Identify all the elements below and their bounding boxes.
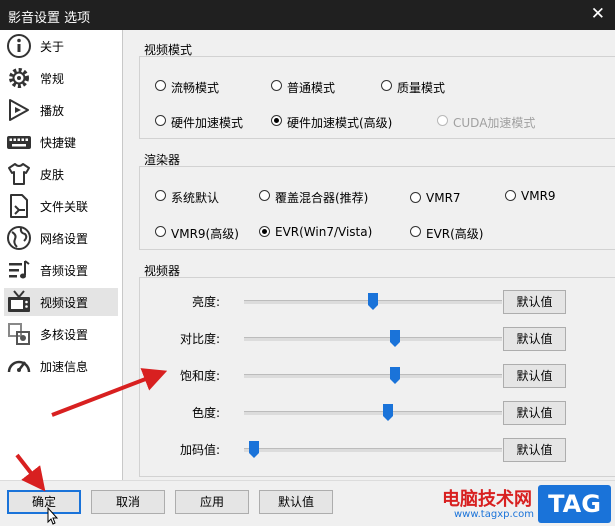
saturation-default-button[interactable]: 默认值 <box>503 364 566 388</box>
title-bar: 影音设置 选项 ✕ <box>0 0 615 30</box>
sidebar-item-multicore[interactable]: 多核设置 <box>4 320 118 348</box>
renderer-title: 渲染器 <box>144 153 181 167</box>
close-icon[interactable]: ✕ <box>591 4 605 24</box>
gain-label: 加码值: <box>179 443 220 457</box>
sidebar-item-label: 网络设置 <box>40 232 89 246</box>
brightness-slider[interactable] <box>244 293 502 310</box>
watermark-text: 电脑技术网 <box>442 489 532 510</box>
sidebar-item-acceleration[interactable]: 加速信息 <box>4 352 118 380</box>
file-link-icon <box>10 194 28 218</box>
sidebar-item-label: 多核设置 <box>40 328 89 342</box>
sidebar: 关于 常规 播放 快捷键 皮肤 文件关联 网络设置 音频设置 视频设置 多核设置… <box>0 30 123 480</box>
apply-button[interactable]: 应用 <box>175 490 249 514</box>
brightness-label: 亮度: <box>191 295 220 309</box>
renderer-group: 渲染器 系统默认 覆盖混合器(推荐) VMR7 VMR9 VMR9(高级) EV… <box>139 153 615 250</box>
sidebar-item-network[interactable]: 网络设置 <box>4 224 118 252</box>
contrast-label: 对比度: <box>179 332 220 346</box>
sidebar-item-audio[interactable]: 音频设置 <box>4 256 118 284</box>
keyboard-icon <box>7 136 31 149</box>
sidebar-item-general[interactable]: 常规 <box>4 64 118 92</box>
video-mode-group: 视频模式 流畅模式 普通模式 质量模式 硬件加速模式 硬件加速模式(高级) CU… <box>139 43 615 139</box>
gain-slider[interactable] <box>244 441 502 458</box>
default-button[interactable]: 默认值 <box>259 490 333 514</box>
slider-thumb[interactable] <box>368 293 378 310</box>
sidebar-item-skin[interactable]: 皮肤 <box>4 160 118 188</box>
brightness-default-button[interactable]: 默认值 <box>503 290 566 314</box>
speedometer-icon <box>7 360 31 373</box>
sidebar-item-label: 皮肤 <box>40 168 65 182</box>
slider-thumb[interactable] <box>390 367 400 384</box>
sidebar-item-label: 快捷键 <box>40 136 77 150</box>
slider-thumb[interactable] <box>249 441 259 458</box>
sidebar-item-video[interactable]: 视频设置 <box>4 288 118 316</box>
window-title: 影音设置 选项 <box>8 11 91 26</box>
sidebar-item-file-association[interactable]: 文件关联 <box>4 192 118 220</box>
sidebar-item-hotkeys[interactable]: 快捷键 <box>4 128 118 156</box>
video-mode-title: 视频模式 <box>144 43 193 57</box>
slider-thumb[interactable] <box>390 330 400 347</box>
watermark-tag: TAG <box>538 485 611 523</box>
audio-icon <box>9 260 30 279</box>
cancel-button[interactable]: 取消 <box>91 490 165 514</box>
hue-label: 色度: <box>191 406 220 420</box>
tv-icon <box>8 290 30 312</box>
saturation-label: 饱和度: <box>179 369 220 383</box>
video-adjust-group: 视频器 亮度: 默认值 对比度: 默认值 饱和度: 默认值 色度: 默认值 加码… <box>139 264 615 477</box>
sidebar-item-label: 关于 <box>40 40 65 54</box>
ok-button[interactable]: 确定 <box>7 490 81 514</box>
hue-slider[interactable] <box>244 404 502 421</box>
contrast-slider[interactable] <box>244 330 502 347</box>
slider-thumb[interactable] <box>383 404 393 421</box>
video-adjust-title: 视频器 <box>144 264 181 278</box>
sidebar-item-label: 文件关联 <box>40 200 89 214</box>
sidebar-item-about[interactable]: 关于 <box>4 32 118 60</box>
saturation-slider[interactable] <box>244 367 502 384</box>
hue-default-button[interactable]: 默认值 <box>503 401 566 425</box>
watermark: 电脑技术网 www.tagxp.com TAG <box>420 483 615 525</box>
info-icon <box>7 34 31 58</box>
sidebar-item-label: 音频设置 <box>40 264 89 278</box>
sidebar-item-label: 视频设置 <box>40 296 89 310</box>
play-icon <box>9 99 29 121</box>
multicore-icon <box>8 323 30 345</box>
gain-default-button[interactable]: 默认值 <box>503 438 566 462</box>
globe-icon <box>7 226 31 250</box>
shirt-icon <box>8 163 30 185</box>
sidebar-item-label: 常规 <box>40 72 65 86</box>
watermark-url: www.tagxp.com <box>454 509 534 520</box>
sidebar-item-playback[interactable]: 播放 <box>4 96 118 124</box>
sidebar-item-label: 加速信息 <box>40 360 89 374</box>
video-settings-panel: 视频模式 流畅模式 普通模式 质量模式 硬件加速模式 硬件加速模式(高级) CU… <box>124 30 615 480</box>
gear-icon <box>9 68 29 88</box>
sidebar-item-label: 播放 <box>40 104 65 118</box>
contrast-default-button[interactable]: 默认值 <box>503 327 566 351</box>
